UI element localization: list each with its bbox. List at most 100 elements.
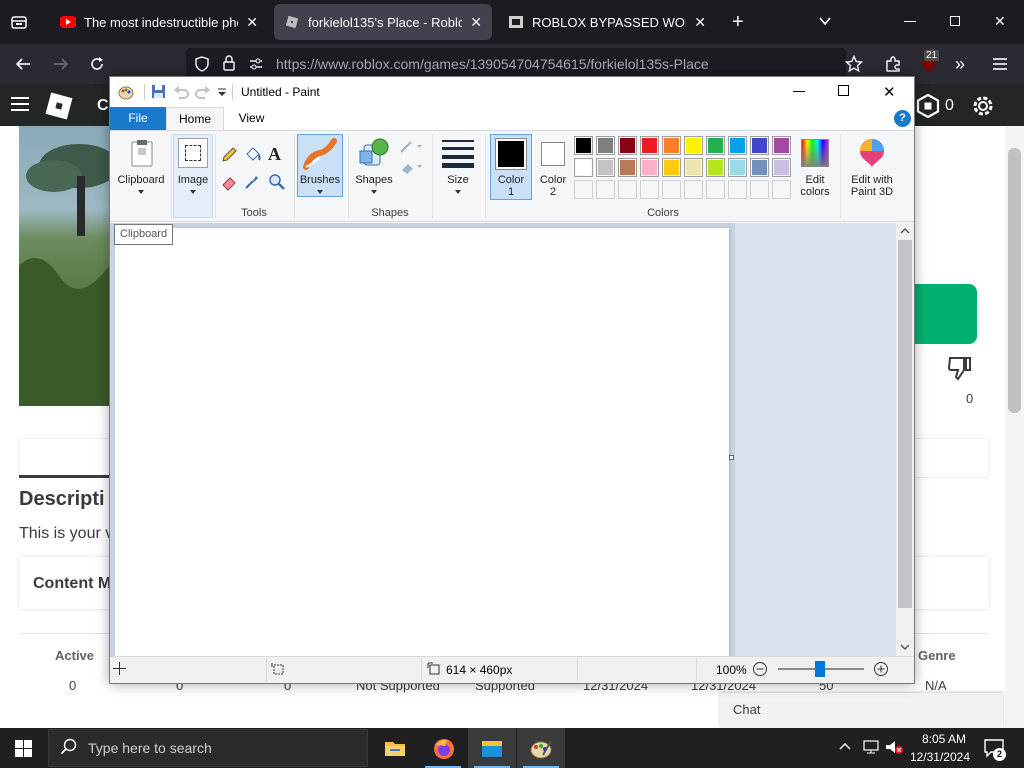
palette-swatch[interactable] [728,180,747,199]
tab-file[interactable]: File [110,107,166,130]
network-icon[interactable] [862,739,880,755]
zoom-slider-thumb[interactable] [815,661,825,677]
browser-tab-roblox[interactable]: forkielol135's Place - Roblox ✕ [274,4,492,40]
url-text[interactable]: https://www.roblox.com/games/13905470475… [276,56,709,72]
palette-swatch[interactable] [728,136,747,155]
zoom-out-icon[interactable] [752,661,768,677]
page-scrollbar-thumb[interactable] [1008,148,1021,413]
palette-swatch[interactable] [596,136,615,155]
tab-overview-icon[interactable] [10,13,28,31]
size-line-icon [442,155,474,159]
paint-titlebar[interactable] [110,77,914,107]
paint-maximize-icon[interactable] [838,85,849,96]
palette-swatch[interactable] [706,158,725,177]
palette-swatch[interactable] [706,180,725,199]
roblox-logo-icon[interactable] [44,91,74,121]
scroll-down-icon[interactable] [899,643,911,651]
list-tabs-icon[interactable] [818,14,832,28]
palette-swatch[interactable] [618,136,637,155]
palette-swatch[interactable] [640,158,659,177]
pencil-icon[interactable] [220,146,238,164]
palette-swatch[interactable] [662,158,681,177]
fill-bucket-icon[interactable] [243,146,261,164]
magnifier-icon[interactable] [268,173,286,191]
palette-swatch[interactable] [684,180,703,199]
undo-icon[interactable] [173,84,189,99]
palette-swatch[interactable] [662,180,681,199]
text-tool-icon[interactable]: A [268,144,281,165]
reload-icon[interactable] [88,55,106,73]
paint-close-icon[interactable]: ✕ [883,83,896,101]
palette-swatch[interactable] [640,180,659,199]
close-tab-icon[interactable]: ✕ [694,14,706,31]
clock-time[interactable]: 8:05 AM [916,732,966,746]
show-hidden-icons-icon[interactable] [838,741,852,751]
palette-swatch[interactable] [662,136,681,155]
palette-swatch[interactable] [574,158,593,177]
browser-tab-bypassed[interactable]: ROBLOX BYPASSED WORDS 20 ✕ [498,4,716,40]
save-icon[interactable] [151,84,166,99]
new-tab-icon[interactable]: + [732,11,744,34]
play-button[interactable] [913,284,977,344]
redo-icon[interactable] [195,84,211,99]
palette-swatch[interactable] [772,158,791,177]
eraser-icon[interactable] [220,173,238,191]
qat-customize-icon[interactable] [217,88,227,98]
chat-bar[interactable] [720,693,1003,728]
palette-swatch[interactable] [750,136,769,155]
palette-swatch[interactable] [596,180,615,199]
restore-icon[interactable] [950,16,960,26]
clock-date[interactable]: 12/31/2024 [904,750,970,764]
game-thumbnail[interactable] [19,126,109,406]
close-window-icon[interactable]: ✕ [994,13,1006,30]
close-tab-icon[interactable]: ✕ [470,14,482,31]
volume-muted-icon[interactable] [885,739,903,755]
bookmark-star-icon[interactable] [845,55,863,73]
windows-start-icon[interactable] [15,740,32,757]
minimize-icon[interactable] [904,21,916,22]
chat-label[interactable]: Chat [733,702,760,717]
outline-icon[interactable] [399,140,423,154]
fill-icon[interactable] [399,160,423,174]
paint-app-icon[interactable] [118,84,134,100]
palette-swatch[interactable] [728,158,747,177]
overflow-chevron-icon[interactable]: » [955,54,965,75]
lock-icon[interactable] [222,55,236,71]
permissions-icon[interactable] [248,56,264,72]
browser-tab-youtube[interactable]: The most indestructible phone ✕ [50,4,268,40]
palette-swatch[interactable] [750,158,769,177]
dislike-icon[interactable] [946,355,974,381]
palette-swatch[interactable] [684,158,703,177]
palette-swatch[interactable] [574,180,593,199]
palette-swatch[interactable] [750,180,769,199]
palette-swatch[interactable] [618,158,637,177]
paint-minimize-icon[interactable] [793,91,805,92]
drawing-canvas[interactable] [115,228,729,656]
settings-gear-icon[interactable] [970,93,996,119]
palette-swatch[interactable] [618,180,637,199]
extensions-icon[interactable] [884,55,902,73]
palette-swatch[interactable] [706,136,725,155]
back-icon[interactable] [14,55,32,73]
palette-swatch[interactable] [574,136,593,155]
palette-swatch[interactable] [772,136,791,155]
scroll-up-icon[interactable] [899,227,911,235]
help-icon[interactable]: ? [894,110,911,127]
tracking-protection-icon[interactable] [194,56,210,72]
canvas-scrollbar-thumb[interactable] [898,240,912,608]
palette-swatch[interactable] [684,136,703,155]
forward-icon[interactable] [52,55,70,73]
hamburger-menu-icon[interactable] [992,57,1008,71]
palette-swatch[interactable] [596,158,615,177]
search-placeholder[interactable]: Type here to search [88,740,212,756]
canvas-resize-handle[interactable] [729,455,734,460]
robux-icon[interactable] [916,94,940,118]
palette-swatch[interactable] [772,180,791,199]
color-picker-icon[interactable] [243,173,261,191]
roblox-menu-icon[interactable] [10,96,30,112]
palette-swatch[interactable] [640,136,659,155]
tab-home[interactable]: Home [166,107,224,131]
close-tab-icon[interactable]: ✕ [246,14,258,31]
tab-view[interactable]: View [224,107,279,130]
zoom-in-icon[interactable] [873,661,889,677]
